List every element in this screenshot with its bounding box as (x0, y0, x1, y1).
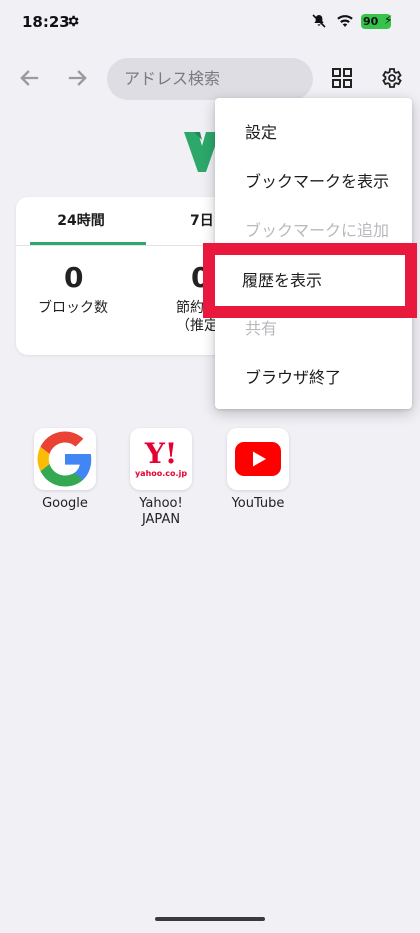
saved-sublabel: （推定 (176, 318, 218, 334)
menu-item-show-history[interactable]: 履歴を表示 (242, 256, 322, 305)
shortcut-label-yahoo: Yahoo! JAPAN (121, 496, 201, 528)
google-logo-icon (34, 428, 96, 490)
yahoo-logo-sub: yahoo.co.jp (134, 469, 188, 478)
shortcut-label-yahoo-line2: JAPAN (141, 512, 181, 527)
shortcut-google[interactable]: Google (25, 428, 105, 512)
saved-label: 節約 (176, 300, 204, 316)
status-bar: 18:23 90 ⚡ (0, 0, 420, 44)
yahoo-logo-text: Y! (144, 437, 178, 470)
mute-icon (312, 14, 326, 28)
settings-gear-icon[interactable] (379, 66, 403, 90)
gesture-navigation-bar[interactable] (155, 917, 265, 921)
settings-status-icon (68, 15, 79, 27)
wifi-icon (337, 15, 353, 27)
shortcut-label-google: Google (42, 496, 88, 511)
menu-item-settings[interactable]: 設定 (215, 108, 412, 157)
shortcut-label-yahoo-line1: Yahoo! (139, 496, 183, 511)
charging-icon: ⚡ (384, 13, 393, 27)
forward-arrow-icon[interactable] (63, 64, 91, 92)
status-time: 18:23 (22, 13, 70, 31)
shortcut-yahoo[interactable]: Y! yahoo.co.jp Yahoo! JAPAN (121, 428, 201, 528)
youtube-logo-icon (227, 428, 289, 490)
shortcut-label-youtube: YouTube (231, 496, 285, 511)
blocked-label: ブロック数 (38, 300, 108, 316)
address-search-input[interactable]: アドレス検索 (107, 58, 313, 100)
blocked-count: 0 (64, 261, 84, 294)
menu-item-show-bookmarks[interactable]: ブックマークを表示 (215, 157, 412, 206)
menu-item-exit-browser[interactable]: ブラウザ終了 (215, 353, 412, 402)
yahoo-logo-icon: Y! yahoo.co.jp (130, 428, 192, 490)
back-arrow-icon[interactable] (16, 64, 44, 92)
tab-24h[interactable]: 24時間 (16, 197, 146, 245)
shortcut-youtube[interactable]: YouTube (218, 428, 298, 512)
tabs-grid-icon[interactable] (331, 67, 353, 89)
browser-toolbar: アドレス検索 (0, 56, 420, 102)
